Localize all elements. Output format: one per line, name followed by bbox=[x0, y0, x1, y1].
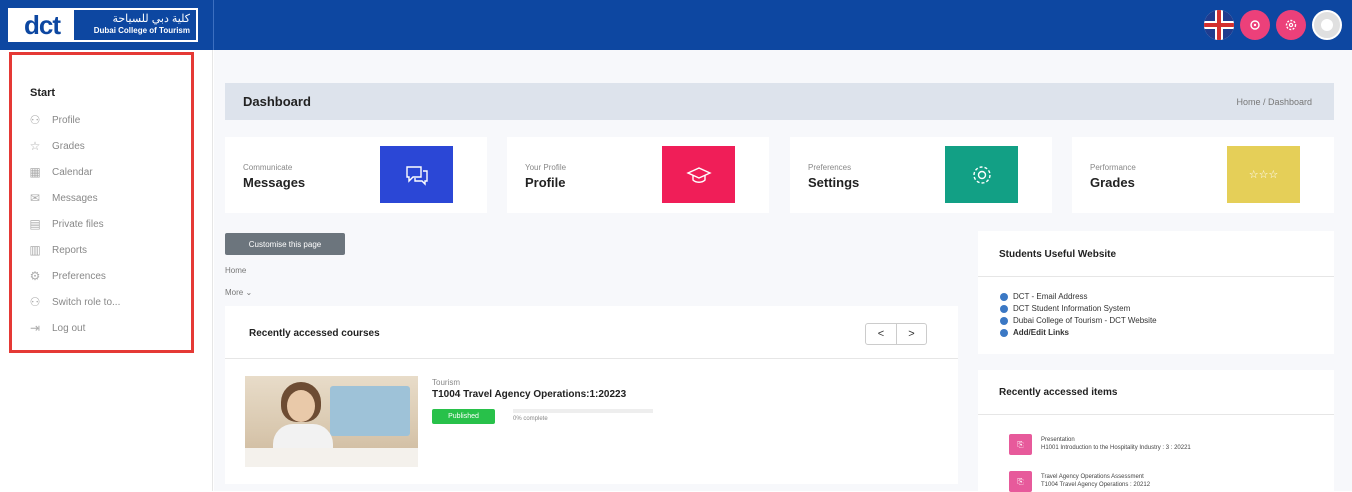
logout-icon: ⇥ bbox=[29, 321, 41, 335]
sidebar-item-label: Messages bbox=[52, 192, 98, 204]
notification-icon[interactable] bbox=[1240, 10, 1270, 40]
card-title: Messages bbox=[243, 175, 306, 190]
website-link[interactable]: Dubai College of Tourism - DCT Website bbox=[1000, 316, 1157, 325]
customise-page-button[interactable]: Customise this page bbox=[225, 233, 345, 255]
divider bbox=[978, 414, 1334, 415]
assignment-icon: ⎘ bbox=[1009, 471, 1032, 492]
chat-bubbles-icon bbox=[380, 146, 453, 203]
sidebar-item-private-files[interactable]: ▤ Private files bbox=[28, 217, 104, 231]
course-image[interactable] bbox=[245, 376, 418, 467]
sidebar-item-calendar[interactable]: ▦ Calendar bbox=[28, 165, 93, 179]
website-link[interactable]: DCT - Email Address bbox=[1000, 292, 1088, 301]
recent-courses-panel: Recently accessed courses < > Tourism T1… bbox=[225, 306, 958, 484]
sidebar-item-label: Reports bbox=[52, 244, 88, 256]
card-title: Grades bbox=[1090, 175, 1135, 190]
page-header: Dashboard Home / Dashboard bbox=[225, 83, 1334, 120]
sidebar-item-label: Log out bbox=[52, 322, 86, 334]
recent-items-title: Recently accessed items bbox=[999, 387, 1118, 398]
sidebar-item-label: Private files bbox=[52, 218, 104, 230]
sidebar-start-heading: Start bbox=[30, 87, 56, 99]
file-icon: ▤ bbox=[29, 217, 41, 231]
users-icon: ⚇ bbox=[29, 295, 41, 309]
sidebar-item-label: Preferences bbox=[52, 270, 106, 282]
globe-icon bbox=[1000, 292, 1008, 301]
recent-courses-title: Recently accessed courses bbox=[249, 328, 380, 339]
progress-text: 0% complete bbox=[513, 416, 548, 422]
course-pagination: < > bbox=[865, 323, 927, 345]
card-messages[interactable]: Communicate Messages bbox=[225, 137, 487, 213]
graduation-cap-icon bbox=[662, 146, 735, 203]
sidebar-item-switch-role[interactable]: ⚇ Switch role to... bbox=[28, 295, 121, 309]
status-badge: Published bbox=[432, 409, 495, 424]
globe-icon bbox=[1000, 316, 1008, 325]
progress-bar bbox=[513, 409, 653, 413]
sidebar-item-profile[interactable]: ⚇ Profile bbox=[28, 113, 81, 127]
recent-item-name: H1001 Introduction to the Hospitality In… bbox=[1041, 445, 1191, 451]
sidebar-item-label: Calendar bbox=[52, 166, 93, 178]
top-navbar: dct كلية دبي للسياحة Dubai College of To… bbox=[0, 0, 1352, 50]
calendar-icon: ▦ bbox=[29, 165, 41, 179]
globe-icon bbox=[1000, 328, 1008, 337]
useful-websites-panel: Students Useful Website DCT - Email Addr… bbox=[978, 231, 1334, 354]
sidebar-item-label: Switch role to... bbox=[52, 296, 121, 308]
gear-icon: ⚙ bbox=[29, 269, 41, 283]
profile-icon: ⚇ bbox=[29, 113, 41, 127]
reports-icon: ▥ bbox=[29, 243, 41, 257]
course-category: Tourism bbox=[432, 378, 461, 387]
card-profile[interactable]: Your Profile Profile bbox=[507, 137, 769, 213]
card-subtitle: Communicate bbox=[243, 163, 293, 172]
sidebar-item-reports[interactable]: ▥ Reports bbox=[28, 243, 87, 257]
sidebar-item-preferences[interactable]: ⚙ Preferences bbox=[28, 269, 106, 283]
recent-item-type: Travel Agency Operations Assessment bbox=[1041, 474, 1144, 480]
sidebar-item-log-out[interactable]: ⇥ Log out bbox=[28, 321, 85, 335]
gear-icon bbox=[945, 146, 1018, 203]
card-title: Profile bbox=[525, 175, 566, 190]
messages-icon: ✉ bbox=[29, 191, 41, 205]
website-link[interactable]: DCT Student Information System bbox=[1000, 304, 1130, 313]
college-logo[interactable]: dct كلية دبي للسياحة Dubai College of To… bbox=[8, 8, 198, 42]
sidebar-item-label: Profile bbox=[52, 114, 81, 126]
logo-english-text: Dubai College of Tourism bbox=[93, 26, 190, 35]
card-settings[interactable]: Preferences Settings bbox=[790, 137, 1052, 213]
grades-icon: ☆ bbox=[29, 139, 41, 153]
logo-arabic-text: كلية دبي للسياحة bbox=[112, 13, 190, 25]
recent-items-panel: Recently accessed items ⎘ Presentation H… bbox=[978, 370, 1334, 492]
divider bbox=[978, 276, 1334, 277]
sidebar-item-messages[interactable]: ✉ Messages bbox=[28, 191, 98, 205]
sidebar-item-label: Grades bbox=[52, 140, 85, 152]
recent-item-name: T1004 Travel Agency Operations : 20212 bbox=[1041, 482, 1151, 488]
next-button[interactable]: > bbox=[896, 324, 926, 344]
sidebar-item-grades[interactable]: ☆ Grades bbox=[28, 139, 85, 153]
uk-flag-icon[interactable] bbox=[1204, 10, 1234, 40]
recent-item-type: Presentation bbox=[1041, 437, 1075, 443]
user-avatar-icon[interactable] bbox=[1312, 10, 1342, 40]
add-edit-links[interactable]: Add/Edit Links bbox=[1000, 328, 1069, 337]
globe-icon bbox=[1000, 304, 1008, 313]
more-dropdown[interactable]: More ⌄ bbox=[225, 288, 252, 297]
star-hand-icon: ☆☆☆ bbox=[1227, 146, 1300, 203]
presentation-icon: ⎘ bbox=[1009, 434, 1032, 455]
divider bbox=[225, 358, 958, 359]
recent-item[interactable]: ⎘ Travel Agency Operations Assessment T1… bbox=[1009, 471, 1150, 492]
card-subtitle: Preferences bbox=[808, 163, 852, 172]
card-subtitle: Performance bbox=[1090, 163, 1136, 172]
card-title: Settings bbox=[808, 175, 860, 190]
card-subtitle: Your Profile bbox=[525, 163, 567, 172]
useful-websites-title: Students Useful Website bbox=[999, 249, 1117, 260]
topbar-divider bbox=[213, 0, 214, 50]
previous-button[interactable]: < bbox=[866, 324, 896, 344]
card-grades[interactable]: Performance Grades ☆☆☆ bbox=[1072, 137, 1334, 213]
recent-item[interactable]: ⎘ Presentation H1001 Introduction to the… bbox=[1009, 434, 1191, 455]
breadcrumb[interactable]: Home / Dashboard bbox=[1236, 97, 1312, 107]
course-name-link[interactable]: T1004 Travel Agency Operations:1:20223 bbox=[432, 389, 626, 400]
home-link[interactable]: Home bbox=[225, 266, 246, 275]
settings-icon[interactable] bbox=[1276, 10, 1306, 40]
logo-mark: dct bbox=[10, 10, 74, 40]
page-title: Dashboard bbox=[243, 94, 311, 109]
sidebar-highlight-box: Start ⚇ Profile ☆ Grades ▦ Calendar ✉ Me… bbox=[9, 52, 194, 353]
